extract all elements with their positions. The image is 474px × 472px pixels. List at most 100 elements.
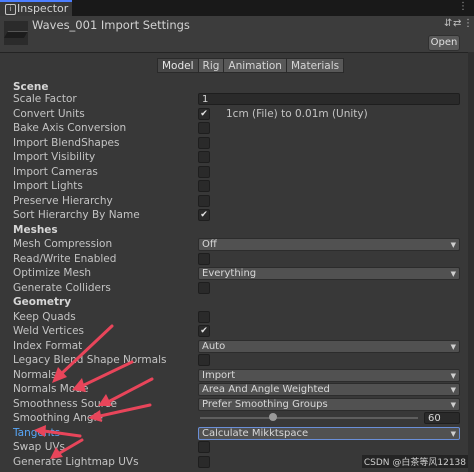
chevron-down-icon: ▼ — [450, 400, 456, 409]
preserve-hierarchy-label: Preserve Hierarchy — [13, 194, 113, 207]
window-menu-icon[interactable]: ⋮ — [458, 1, 468, 13]
tangents-label: Tangents — [13, 426, 61, 439]
row-index-format: Index Format Auto ▼ — [0, 339, 474, 354]
import-visibility-label: Import Visibility — [13, 151, 96, 163]
import-lights-label: Import Lights — [13, 180, 83, 192]
index-format-dropdown[interactable]: Auto ▼ — [198, 339, 460, 353]
tab-model[interactable]: Model — [157, 58, 199, 73]
asset-title: Waves_001 Import Settings — [32, 18, 190, 32]
section-geometry: Geometry — [0, 295, 474, 310]
legacy-blend-checkbox[interactable] — [198, 354, 210, 366]
optimize-mesh-dropdown[interactable]: Everything ▼ — [198, 267, 460, 280]
section-meshes-label: Meshes — [13, 223, 58, 236]
settings-icon[interactable]: ⇄ — [453, 18, 461, 30]
section-geometry-label: Geometry — [13, 296, 72, 308]
row-mesh-compression: Mesh Compression Off ▼ — [0, 237, 474, 252]
normals-label: Normals — [13, 368, 57, 381]
read-write-checkbox[interactable] — [198, 252, 210, 265]
import-blendshapes-checkbox[interactable] — [198, 136, 210, 149]
chevron-down-icon: ▼ — [450, 241, 456, 249]
tab-rig[interactable]: Rig — [197, 58, 225, 73]
row-swap-uvs: Swap UVs — [0, 440, 474, 455]
generate-lightmap-uvs-checkbox[interactable] — [198, 455, 210, 468]
sort-hierarchy-checkbox[interactable]: ✔ — [198, 209, 210, 221]
open-button[interactable]: Open — [428, 35, 460, 51]
keep-quads-checkbox[interactable] — [198, 310, 210, 323]
scale-factor-label: Scale Factor — [13, 93, 77, 105]
preserve-hierarchy-checkbox[interactable] — [198, 194, 210, 207]
inspector-tab-label: Inspector — [17, 2, 69, 15]
row-keep-quads: Keep Quads — [0, 310, 474, 325]
watermark: CSDN @白茶等风12138 — [361, 455, 468, 468]
normals-dropdown[interactable]: Import ▼ — [198, 368, 460, 382]
row-optimize-mesh: Optimize Mesh Everything ▼ — [0, 266, 474, 281]
import-cameras-label: Import Cameras — [13, 165, 98, 178]
smoothing-angle-input[interactable]: 60 — [424, 412, 460, 424]
help-icon[interactable]: ⇵ — [444, 18, 452, 30]
row-tangents: Tangents Calculate Mikktspace ▼ — [0, 426, 474, 441]
section-meshes: Meshes — [0, 223, 474, 238]
swap-uvs-label: Swap UVs — [13, 441, 66, 453]
row-read-write: Read/Write Enabled — [0, 252, 474, 267]
import-cameras-checkbox[interactable] — [198, 165, 210, 178]
tangents-dropdown[interactable]: Calculate Mikktspace ▼ — [198, 426, 460, 440]
tab-animation[interactable]: Animation — [223, 58, 287, 73]
row-weld-vertices: Weld Vertices ✔ — [0, 324, 474, 339]
row-import-visibility: Import Visibility — [0, 150, 474, 165]
weld-vertices-label: Weld Vertices — [13, 325, 85, 337]
tangents-value: Calculate Mikktspace — [202, 427, 309, 439]
weld-vertices-checkbox[interactable]: ✔ — [198, 325, 210, 337]
generate-lightmap-uvs-label: Generate Lightmap UVs — [13, 455, 139, 468]
chevron-down-icon: ▼ — [450, 342, 456, 351]
row-smoothness-source: Smoothness Source Prefer Smoothing Group… — [0, 397, 474, 412]
row-bake-axis: Bake Axis Conversion — [0, 121, 474, 136]
row-legacy-blend: Legacy Blend Shape Normals — [0, 353, 474, 368]
import-visibility-checkbox[interactable] — [198, 151, 210, 163]
normals-mode-value: Area And Angle Weighted — [202, 384, 330, 395]
convert-units-note: 1cm (File) to 0.01m (Unity) — [226, 107, 368, 120]
chevron-down-icon: ▼ — [450, 270, 456, 278]
swap-uvs-checkbox[interactable] — [198, 441, 210, 453]
generate-colliders-label: Generate Colliders — [13, 281, 111, 294]
generate-colliders-checkbox[interactable] — [198, 281, 210, 294]
smoothness-source-value: Prefer Smoothing Groups — [202, 398, 328, 410]
smoothness-source-dropdown[interactable]: Prefer Smoothing Groups ▼ — [198, 397, 460, 411]
header-menu-icon[interactable]: ⋮ — [463, 18, 473, 30]
row-smoothing-angle: Smoothing Angle 60 — [0, 411, 474, 426]
row-scale-factor: Scale Factor 1 — [0, 92, 474, 107]
import-blendshapes-label: Import BlendShapes — [13, 136, 120, 149]
window-tab-bar: i Inspector ⋮ — [0, 0, 474, 16]
row-import-blendshapes: Import BlendShapes — [0, 136, 474, 151]
smoothing-angle-slider[interactable] — [200, 417, 418, 419]
bake-axis-checkbox[interactable] — [198, 122, 210, 134]
read-write-label: Read/Write Enabled — [13, 252, 117, 265]
smoothing-angle-handle[interactable] — [268, 413, 277, 421]
optimize-mesh-label: Optimize Mesh — [13, 267, 92, 279]
row-sort-hierarchy: Sort Hierarchy By Name ✔ — [0, 208, 474, 223]
legacy-blend-label: Legacy Blend Shape Normals — [13, 354, 167, 366]
convert-units-checkbox[interactable]: ✔ — [198, 107, 210, 120]
row-normals: Normals Import ▼ — [0, 368, 474, 383]
asset-thumbnail — [3, 21, 29, 45]
info-icon: i — [5, 4, 16, 15]
import-lights-checkbox[interactable] — [198, 180, 210, 192]
convert-units-label: Convert Units — [13, 107, 85, 120]
inspector-tab[interactable]: i Inspector — [0, 0, 72, 16]
tab-materials[interactable]: Materials — [285, 58, 345, 73]
normals-mode-dropdown[interactable]: Area And Angle Weighted ▼ — [198, 383, 460, 396]
row-generate-colliders: Generate Colliders — [0, 281, 474, 296]
smoothing-angle-label: Smoothing Angle — [13, 412, 103, 424]
optimize-mesh-value: Everything — [202, 268, 257, 279]
inspector-scrollbar[interactable] — [468, 52, 474, 472]
normals-value: Import — [202, 369, 236, 381]
import-tabs: Model Rig Animation Materials — [157, 58, 345, 73]
asset-header: Waves_001 Import Settings ⇵ ⇄ ⋮ Open — [0, 16, 474, 53]
chevron-down-icon: ▼ — [450, 371, 456, 380]
row-preserve-hierarchy: Preserve Hierarchy — [0, 194, 474, 209]
row-normals-mode: Normals Mode Area And Angle Weighted ▼ — [0, 382, 474, 397]
mesh-compression-value: Off — [202, 239, 217, 250]
index-format-label: Index Format — [13, 339, 83, 352]
row-import-lights: Import Lights — [0, 179, 474, 194]
mesh-compression-dropdown[interactable]: Off ▼ — [198, 238, 460, 251]
scale-factor-input[interactable]: 1 — [198, 93, 460, 105]
